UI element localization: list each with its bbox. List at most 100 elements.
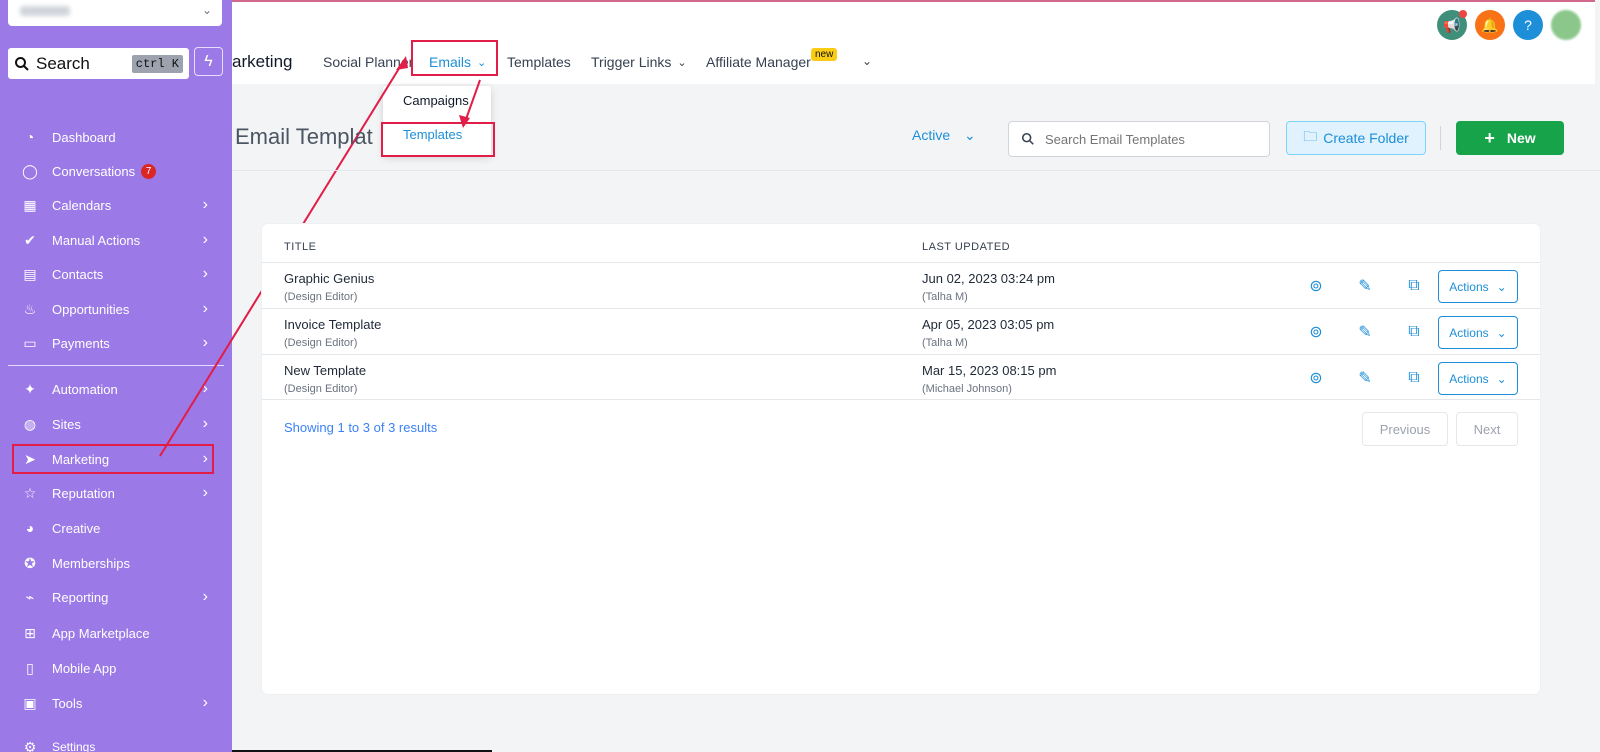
plus-icon: +: [1484, 127, 1495, 148]
paper-plane-icon: ➤: [24, 450, 36, 467]
chevron-right-icon: ›: [202, 231, 208, 248]
actions-dropdown[interactable]: Actions ⌄: [1438, 316, 1518, 349]
chevron-down-icon: ⌄: [862, 54, 873, 68]
dashboard-icon: ◔: [25, 129, 35, 145]
duplicate-icon[interactable]: ⧉: [1404, 322, 1424, 342]
chevron-right-icon: ›: [202, 265, 208, 282]
search-shortcut: ctrl K: [131, 54, 183, 73]
templates-table: TITLE LAST UPDATED Graphic Genius (Desig…: [262, 224, 1540, 694]
sidebar-item-reporting[interactable]: ⌁ Reporting ›: [14, 584, 212, 610]
sidebar-item-label: Tools: [52, 695, 83, 711]
avatar[interactable]: [1551, 10, 1581, 40]
sidebar-item-manual-actions[interactable]: ✔ Manual Actions ›: [14, 227, 212, 253]
actions-label: Actions: [1449, 325, 1489, 340]
sidebar-item-conversations[interactable]: ◯ Conversations 7: [14, 158, 212, 184]
sidebar-item-label: Automation: [52, 381, 118, 397]
sidebar-item-contacts[interactable]: ▤ Contacts ›: [14, 261, 212, 287]
chevron-down-icon: ⌄: [1496, 325, 1507, 340]
search-icon: [1021, 132, 1034, 145]
card-icon: ▭: [23, 334, 37, 351]
sidebar-item-memberships[interactable]: ✪ Memberships: [14, 550, 212, 576]
sidebar-item-label: Reputation: [52, 485, 115, 501]
actions-dropdown[interactable]: Actions ⌄: [1438, 270, 1518, 303]
table-row: New Template (Design Editor) Mar 15, 202…: [262, 354, 1540, 400]
check-circle-icon: ✔: [24, 231, 36, 248]
updated-by: (Talha M): [922, 337, 968, 349]
quick-actions-button[interactable]: ϟ: [194, 47, 223, 76]
more-tabs-chevron[interactable]: ⌄: [862, 54, 872, 68]
bell-icon[interactable]: 🔔: [1475, 10, 1505, 40]
sidebar-item-app-marketplace[interactable]: ⊞ App Marketplace: [14, 620, 212, 646]
next-button[interactable]: Next: [1456, 412, 1518, 446]
sidebar-item-reputation[interactable]: ☆ Reputation ›: [14, 480, 212, 506]
search-email-templates[interactable]: [1008, 121, 1270, 157]
chevron-right-icon: ›: [202, 380, 208, 397]
page-section-title: arketing: [232, 52, 293, 71]
highlight-templates-box: [381, 122, 495, 157]
tab-trigger-links[interactable]: Trigger Links ⌄: [591, 54, 687, 70]
sidebar-item-calendars[interactable]: ▦ Calendars ›: [14, 192, 212, 218]
account-name: [20, 6, 70, 16]
preview-icon[interactable]: ⊚: [1306, 322, 1326, 342]
account-switcher[interactable]: ⌄: [8, 0, 222, 26]
tab-templates[interactable]: Templates: [507, 54, 571, 70]
column-header-title: TITLE: [284, 241, 317, 253]
pagination-summary: Showing 1 to 3 of 3 results: [284, 420, 438, 435]
dropdown-item-campaigns[interactable]: Campaigns: [403, 93, 469, 108]
sidebar-item-mobile-app[interactable]: ▯ Mobile App: [14, 655, 212, 681]
sidebar-item-payments[interactable]: ▭ Payments ›: [14, 330, 212, 356]
preview-icon[interactable]: ⊚: [1306, 368, 1326, 388]
chevron-down-icon: ⌄: [677, 56, 687, 69]
announcement-icon[interactable]: 📢: [1437, 10, 1467, 40]
sidebar-item-marketing[interactable]: ➤ Marketing ›: [12, 444, 214, 474]
previous-button[interactable]: Previous: [1362, 412, 1448, 446]
template-name[interactable]: Graphic Genius: [284, 271, 374, 286]
search-input[interactable]: [1045, 131, 1255, 147]
sidebar-item-label: Mobile App: [52, 660, 117, 676]
edit-icon[interactable]: ✎: [1355, 368, 1375, 388]
sidebar-item-settings[interactable]: ⚙ Settings: [14, 734, 212, 752]
tab-social-planner[interactable]: Social Planner: [323, 54, 413, 70]
sidebar-item-creative[interactable]: ◕ Creative: [14, 515, 212, 541]
sidebar-item-label: Manual Actions: [52, 232, 141, 248]
sidebar-item-label: App Marketplace: [52, 625, 150, 641]
search-icon: [15, 56, 29, 71]
new-button[interactable]: + New: [1456, 121, 1564, 155]
sidebar-item-label: Calendars: [52, 197, 112, 213]
actions-label: Actions: [1449, 371, 1489, 386]
edit-icon[interactable]: ✎: [1355, 276, 1375, 296]
sidebar-item-automation[interactable]: ✦ Automation ›: [14, 376, 212, 402]
award-icon: ✪: [24, 554, 36, 571]
updated-date: Mar 15, 2023 08:15 pm: [922, 363, 1057, 378]
edit-icon[interactable]: ✎: [1355, 322, 1375, 342]
star-icon: ☆: [23, 484, 37, 501]
duplicate-icon[interactable]: ⧉: [1404, 368, 1424, 388]
wand-icon: ✦: [24, 380, 36, 397]
sidebar-item-label: Creative: [52, 520, 101, 536]
template-name[interactable]: New Template: [284, 363, 366, 378]
chevron-right-icon: ›: [202, 415, 208, 432]
sidebar-item-opportunities[interactable]: ♨ Opportunities ›: [14, 296, 212, 322]
search-label: Search: [36, 53, 90, 73]
sidebar-search[interactable]: Search ctrl K: [8, 48, 189, 79]
chart-icon: ⌁: [25, 588, 35, 605]
sidebar-item-label: Sites: [52, 416, 81, 432]
sidebar-item-dashboard[interactable]: ◔ Dashboard: [14, 124, 212, 150]
create-folder-button[interactable]: 🗀 Create Folder: [1286, 121, 1426, 155]
flame-icon: ♨: [23, 300, 37, 317]
palette-icon: ◕: [25, 520, 35, 536]
page-title: Email Templat: [235, 124, 373, 149]
calendar-icon: ▦: [23, 196, 37, 213]
preview-icon[interactable]: ⊚: [1306, 276, 1326, 296]
help-icon[interactable]: ?: [1513, 10, 1543, 40]
duplicate-icon[interactable]: ⧉: [1404, 276, 1424, 296]
template-name[interactable]: Invoice Template: [284, 317, 381, 332]
actions-dropdown[interactable]: Actions ⌄: [1438, 362, 1518, 395]
tab-affiliate-manager[interactable]: Affiliate Manager new: [706, 48, 838, 70]
chevron-down-icon: ⌄: [201, 3, 212, 17]
sidebar-item-tools[interactable]: ▣ Tools ›: [14, 690, 212, 716]
status-filter[interactable]: Active ⌄: [912, 127, 976, 144]
status-filter-label: Active: [912, 127, 951, 143]
sidebar-item-sites[interactable]: ◍ Sites ›: [14, 411, 212, 437]
chevron-down-icon: ⌄: [964, 127, 976, 143]
